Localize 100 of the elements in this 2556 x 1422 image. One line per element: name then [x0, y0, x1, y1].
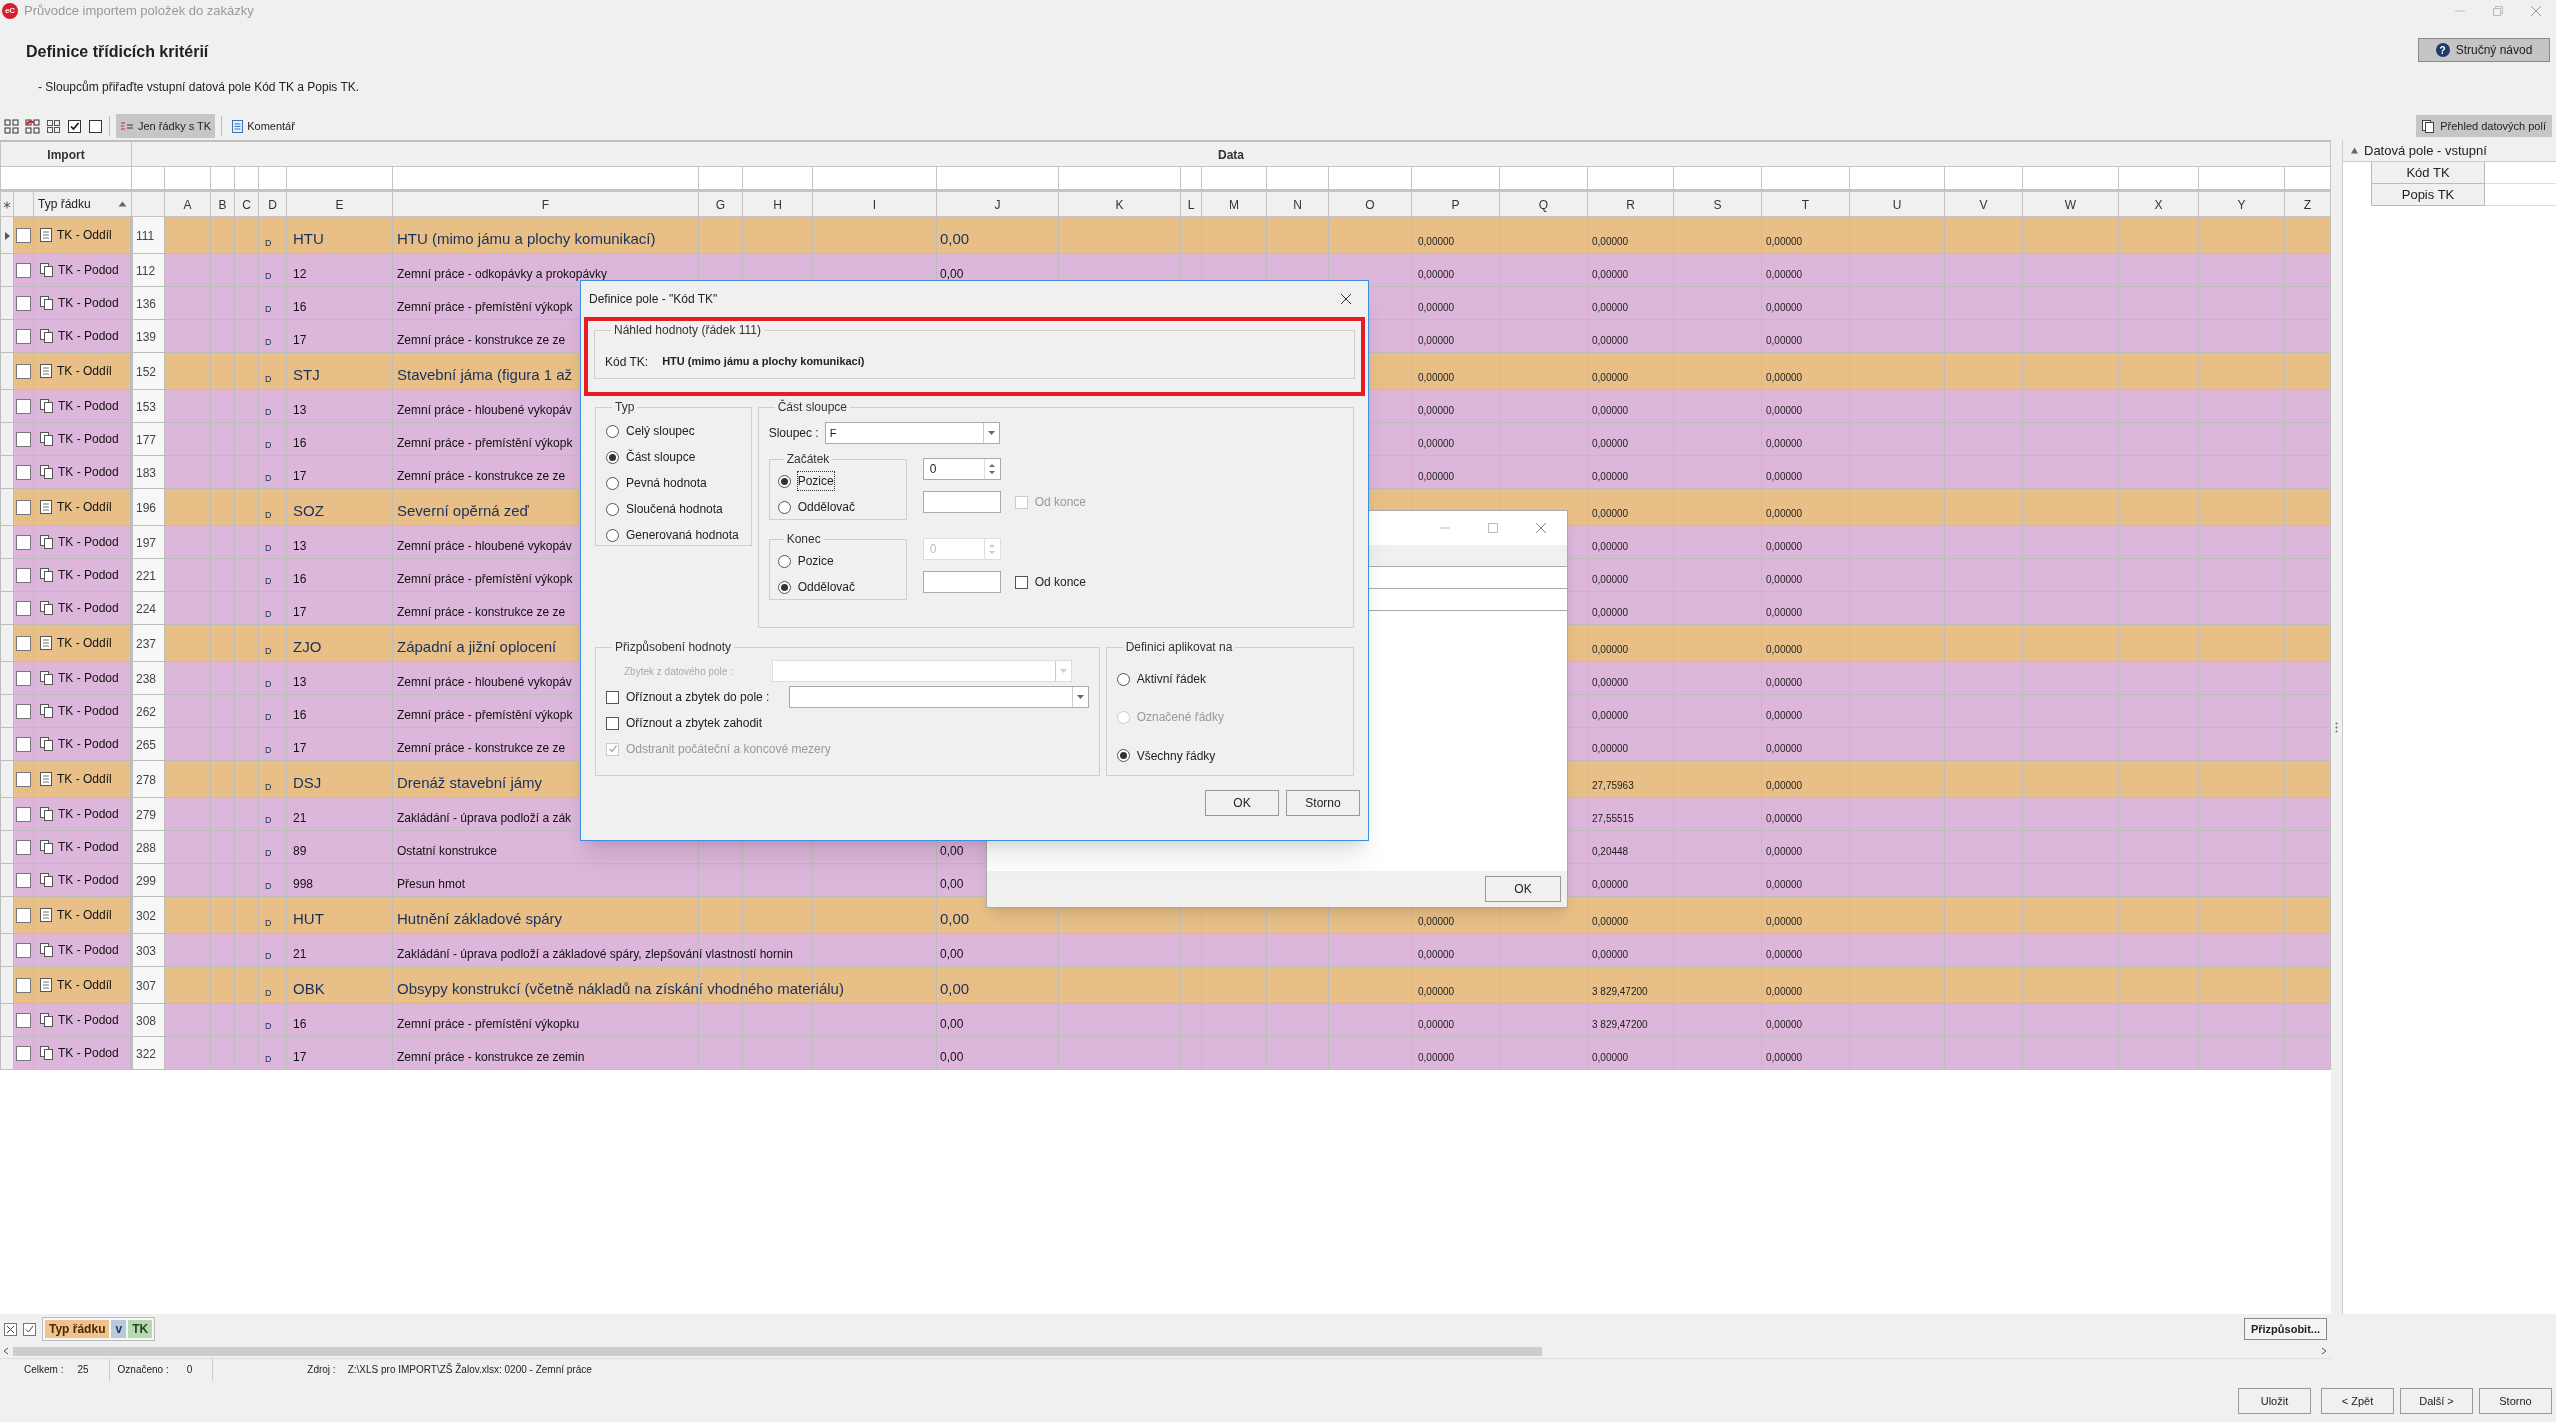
- row-checkbox[interactable]: [16, 328, 31, 344]
- radio-button[interactable]: [777, 580, 791, 594]
- radio-label[interactable]: Všechny řádky: [1136, 746, 1216, 765]
- column-header[interactable]: M: [1229, 198, 1239, 212]
- column-header[interactable]: Q: [1538, 198, 1549, 212]
- column-header[interactable]: N: [1293, 198, 1302, 212]
- row-checkbox[interactable]: [16, 398, 31, 414]
- checkbox-label[interactable]: Oříznout a zbytek zahodit: [626, 714, 763, 732]
- column-header[interactable]: P: [1451, 198, 1460, 212]
- data-field-item[interactable]: Popis TK: [2371, 184, 2485, 206]
- radio-button[interactable]: [777, 474, 791, 488]
- checkbox[interactable]: [606, 690, 619, 704]
- column-header[interactable]: R: [1626, 198, 1635, 212]
- column-header[interactable]: W: [2064, 198, 2077, 212]
- radio-button[interactable]: [1116, 749, 1130, 763]
- radio-button[interactable]: [606, 528, 619, 542]
- toolbar-button[interactable]: Komentář: [228, 114, 299, 138]
- radio-label[interactable]: Pozice: [797, 472, 834, 490]
- filter-token[interactable]: v: [111, 1320, 127, 1338]
- collapse-triangle-icon[interactable]: [2351, 147, 2358, 154]
- radio-label[interactable]: Část sloupce: [626, 448, 696, 466]
- column-header[interactable]: E: [335, 198, 344, 212]
- data-field-item[interactable]: Kód TK: [2371, 162, 2485, 184]
- column-header[interactable]: D: [268, 198, 277, 212]
- footer-button[interactable]: < Zpět: [2321, 1388, 2394, 1414]
- column-header[interactable]: C: [242, 198, 251, 212]
- radio-button[interactable]: [1116, 672, 1130, 686]
- footer-button[interactable]: Další >: [2400, 1388, 2473, 1414]
- row-checkbox[interactable]: [16, 635, 31, 651]
- radio-button[interactable]: [606, 450, 619, 464]
- overview-button[interactable]: Přehled datových polí: [2416, 115, 2552, 137]
- column-header[interactable]: S: [1713, 198, 1722, 212]
- column-header[interactable]: U: [1892, 198, 1902, 212]
- filter-token[interactable]: TK: [128, 1320, 153, 1338]
- checkbox-label[interactable]: Od konce: [1034, 573, 1086, 591]
- row-checkbox[interactable]: [16, 431, 31, 447]
- row-checkbox[interactable]: [16, 942, 31, 958]
- dialog-button[interactable]: Storno: [1286, 790, 1360, 816]
- row-checkbox[interactable]: [16, 600, 31, 616]
- column-header[interactable]: F: [541, 198, 550, 212]
- row-checkbox[interactable]: [16, 567, 31, 583]
- footer-button[interactable]: Uložit: [2238, 1388, 2311, 1414]
- panel-group-header[interactable]: Datová pole - vstupní: [2343, 140, 2556, 162]
- column-header[interactable]: K: [1115, 198, 1124, 212]
- radio-button[interactable]: [777, 554, 791, 568]
- ok-button[interactable]: OK: [1485, 876, 1561, 902]
- row-checkbox[interactable]: [16, 295, 31, 311]
- radio-label[interactable]: Aktivní řádek: [1136, 670, 1206, 689]
- row-checkbox[interactable]: [16, 872, 31, 888]
- column-header[interactable]: A: [183, 198, 192, 212]
- checkbox-label[interactable]: Oříznout a zbytek do pole :: [626, 688, 770, 706]
- row-checkbox[interactable]: [16, 670, 31, 686]
- radio-label[interactable]: Oddělovač: [797, 498, 855, 516]
- column-header[interactable]: I: [872, 198, 877, 212]
- row-checkbox[interactable]: [16, 534, 31, 550]
- column-header[interactable]: B: [218, 198, 227, 212]
- column-header[interactable]: H: [773, 198, 782, 212]
- radio-button[interactable]: [777, 500, 791, 514]
- row-checkbox[interactable]: [16, 806, 31, 822]
- row-checkbox[interactable]: [16, 1012, 31, 1028]
- column-header[interactable]: L: [1187, 198, 1195, 212]
- checked-box-icon[interactable]: [67, 118, 82, 134]
- checkbox[interactable]: [606, 716, 619, 730]
- radio-button[interactable]: [606, 476, 619, 490]
- row-checkbox[interactable]: [16, 736, 31, 752]
- empty-box-icon[interactable]: [88, 118, 103, 134]
- radio-label[interactable]: Sloučená hodnota: [626, 500, 723, 518]
- close-icon[interactable]: [1340, 293, 1352, 305]
- radio-button[interactable]: [606, 424, 619, 438]
- row-checkbox[interactable]: [16, 839, 31, 855]
- radio-label[interactable]: Oddělovač: [797, 578, 855, 596]
- column-header[interactable]: Y: [2237, 198, 2246, 212]
- column-header[interactable]: Z: [2303, 198, 2312, 212]
- column-header[interactable]: J: [994, 198, 1001, 212]
- help-button[interactable]: ? Stručný návod: [2418, 38, 2550, 62]
- row-checkbox[interactable]: [16, 977, 31, 993]
- footer-button[interactable]: Storno: [2479, 1388, 2552, 1414]
- customize-button[interactable]: Přizpůsobit...: [2243, 1318, 2327, 1340]
- radio-label[interactable]: Pozice: [797, 552, 834, 570]
- column-header[interactable]: G: [715, 198, 726, 212]
- radio-label[interactable]: Pevná hodnota: [626, 474, 707, 492]
- text-field[interactable]: [922, 491, 1001, 513]
- row-checkbox[interactable]: [16, 464, 31, 480]
- grid-outline-icon[interactable]: [46, 118, 61, 134]
- column-header[interactable]: V: [1979, 198, 1988, 212]
- grid-icon[interactable]: [4, 118, 19, 134]
- row-checkbox[interactable]: [16, 363, 31, 379]
- enable-filter-icon[interactable]: [23, 1322, 36, 1336]
- number-field[interactable]: 0: [922, 458, 1001, 480]
- row-checkbox[interactable]: [16, 907, 31, 923]
- toolbar-button[interactable]: Jen řádky s TK: [116, 114, 216, 138]
- row-checkbox[interactable]: [16, 1045, 31, 1061]
- checkbox[interactable]: [1014, 575, 1028, 589]
- text-field[interactable]: [922, 571, 1001, 593]
- row-checkbox[interactable]: [16, 262, 31, 278]
- column-header[interactable]: O: [1365, 198, 1375, 212]
- grid-refresh-icon[interactable]: [25, 118, 40, 134]
- splitter-handle-icon[interactable]: [2335, 721, 2338, 733]
- radio-button[interactable]: [606, 502, 619, 516]
- row-checkbox[interactable]: [16, 703, 31, 719]
